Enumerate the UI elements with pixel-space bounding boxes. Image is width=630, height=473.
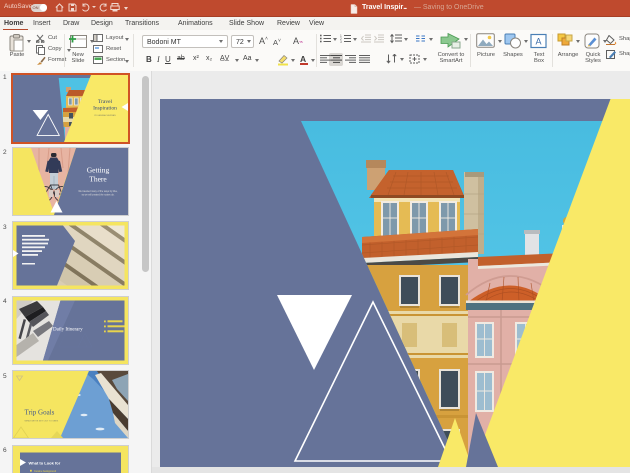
svg-text:Getting: Getting xyxy=(87,165,110,174)
svg-text:BY HANNAH NEWMAN: BY HANNAH NEWMAN xyxy=(94,114,116,117)
svg-text:Trip Goals: Trip Goals xyxy=(25,409,55,417)
svg-text:There: There xyxy=(89,174,107,183)
svg-text:Cuisine background: Cuisine background xyxy=(34,470,57,473)
svg-text:3: 3 xyxy=(340,40,342,43)
svg-text:so we will created the routes: so we will created the routes do. xyxy=(82,193,115,196)
svg-text:We traveled many of the ways b: We traveled many of the ways by bike, xyxy=(78,190,118,193)
svg-text:Travel: Travel xyxy=(98,99,113,105)
svg-text:A: A xyxy=(535,37,541,47)
svg-text:Inspiration: Inspiration xyxy=(93,105,117,111)
svg-text:What to Look for: What to Look for xyxy=(29,460,61,465)
svg-text:WHAT WE'VE SET OUT TO SEEK: WHAT WE'VE SET OUT TO SEEK xyxy=(25,420,59,423)
svg-text:Daily Itinerary: Daily Itinerary xyxy=(53,327,83,332)
